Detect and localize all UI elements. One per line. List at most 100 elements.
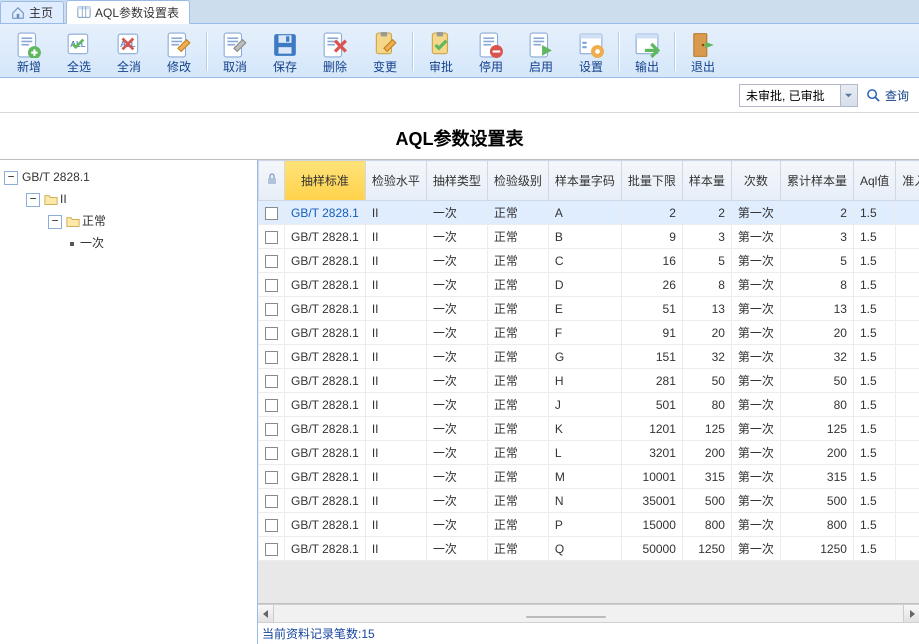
row-checkbox-cell[interactable] bbox=[259, 537, 285, 561]
grid-cell: 一次 bbox=[426, 369, 487, 393]
grid-cell: II bbox=[365, 417, 426, 441]
grid-status-bar: 当前资料记录笔数:15 bbox=[258, 622, 919, 644]
row-checkbox-cell[interactable] bbox=[259, 465, 285, 489]
grid-cell: D bbox=[548, 273, 621, 297]
tree-toggle[interactable]: − bbox=[26, 193, 40, 207]
grid-header-checkbox[interactable] bbox=[259, 161, 285, 201]
row-checkbox[interactable] bbox=[265, 351, 278, 364]
row-checkbox[interactable] bbox=[265, 543, 278, 556]
table-row[interactable]: GB/T 2828.1II一次正常K1201125第一次1251.556 bbox=[259, 417, 919, 441]
row-checkbox[interactable] bbox=[265, 471, 278, 484]
row-checkbox-cell[interactable] bbox=[259, 345, 285, 369]
row-checkbox[interactable] bbox=[265, 255, 278, 268]
row-checkbox[interactable] bbox=[265, 519, 278, 532]
table-row[interactable]: GB/T 2828.1II一次正常F9120第一次201.501 bbox=[259, 321, 919, 345]
table-row[interactable]: GB/T 2828.1II一次正常P15000800第一次8001.52122 bbox=[259, 513, 919, 537]
delete-button[interactable]: 删除 bbox=[311, 29, 359, 77]
tree-node[interactable]: −正常 bbox=[4, 210, 253, 232]
table-row[interactable]: GB/T 2828.1II一次正常B93第一次31.501 bbox=[259, 225, 919, 249]
grid-header-cell[interactable]: 抽样标准 bbox=[285, 161, 366, 201]
grid-cell: 1.5 bbox=[853, 225, 895, 249]
add-button[interactable]: 新增 bbox=[5, 29, 53, 77]
row-checkbox-cell[interactable] bbox=[259, 393, 285, 417]
tab-home[interactable]: 主页 bbox=[0, 1, 64, 23]
grid-header-cell[interactable]: 样本量字码 bbox=[548, 161, 621, 201]
enable-button[interactable]: 启用 bbox=[517, 29, 565, 77]
toolbar-label: 启用 bbox=[529, 58, 553, 75]
query-button[interactable]: 查询 bbox=[866, 87, 909, 104]
grid-horizontal-scrollbar[interactable] bbox=[258, 604, 919, 622]
table-row[interactable]: GB/T 2828.1II一次正常Q500001250第一次12501.5212… bbox=[259, 537, 919, 561]
row-checkbox[interactable] bbox=[265, 399, 278, 412]
exit-button[interactable]: 退出 bbox=[679, 29, 727, 77]
row-checkbox-cell[interactable] bbox=[259, 441, 285, 465]
grid-header-cell[interactable]: 检验级别 bbox=[487, 161, 548, 201]
grid-header-cell[interactable]: 抽样类型 bbox=[426, 161, 487, 201]
table-row[interactable]: GB/T 2828.1II一次正常C165第一次51.501 bbox=[259, 249, 919, 273]
edit-button[interactable]: 修改 bbox=[155, 29, 203, 77]
cancel-button[interactable]: 取消 bbox=[211, 29, 259, 77]
tree-node[interactable]: 一次 bbox=[4, 232, 253, 254]
grid-cell: 一次 bbox=[426, 393, 487, 417]
table-row[interactable]: GB/T 2828.1II一次正常D268第一次81.501 bbox=[259, 273, 919, 297]
row-checkbox[interactable] bbox=[265, 279, 278, 292]
grid-header-cell[interactable]: 准入标准 bbox=[896, 161, 919, 201]
grid-header-cell[interactable]: 累计样本量 bbox=[780, 161, 853, 201]
status-filter-input[interactable] bbox=[740, 85, 840, 105]
row-checkbox-cell[interactable] bbox=[259, 513, 285, 537]
row-checkbox-cell[interactable] bbox=[259, 225, 285, 249]
grid-cell: 80 bbox=[682, 393, 731, 417]
scroll-left-arrow[interactable] bbox=[258, 605, 274, 622]
row-checkbox-cell[interactable] bbox=[259, 273, 285, 297]
config-button[interactable]: 设置 bbox=[567, 29, 615, 77]
row-checkbox-cell[interactable] bbox=[259, 369, 285, 393]
table-row[interactable]: GB/T 2828.1II一次正常H28150第一次501.523 bbox=[259, 369, 919, 393]
tab-aql-params[interactable]: AQL参数设置表 bbox=[66, 0, 190, 24]
table-row[interactable]: GB/T 2828.1II一次正常N35001500第一次5001.51415 bbox=[259, 489, 919, 513]
toolbar-label: 全选 bbox=[67, 58, 91, 75]
export-button[interactable]: 输出 bbox=[623, 29, 671, 77]
grid-header-cell[interactable]: 检验水平 bbox=[365, 161, 426, 201]
grid-header-cell[interactable]: 批量下限 bbox=[621, 161, 682, 201]
table-row[interactable]: GB/T 2828.1II一次正常J50180第一次801.534 bbox=[259, 393, 919, 417]
grid-cell: 一次 bbox=[426, 297, 487, 321]
row-checkbox[interactable] bbox=[265, 423, 278, 436]
status-filter-trigger[interactable] bbox=[840, 85, 857, 106]
row-checkbox[interactable] bbox=[265, 303, 278, 316]
row-checkbox-cell[interactable] bbox=[259, 297, 285, 321]
row-checkbox[interactable] bbox=[265, 375, 278, 388]
table-row[interactable]: GB/T 2828.1II一次正常M10001315第一次3151.51011 bbox=[259, 465, 919, 489]
save-button[interactable]: 保存 bbox=[261, 29, 309, 77]
grid-cell: 9 bbox=[621, 225, 682, 249]
change-button[interactable]: 变更 bbox=[361, 29, 409, 77]
row-checkbox[interactable] bbox=[265, 231, 278, 244]
grid-cell: 15000 bbox=[621, 513, 682, 537]
grid-header-cell[interactable]: 样本量 bbox=[682, 161, 731, 201]
row-checkbox-cell[interactable] bbox=[259, 249, 285, 273]
tree-node[interactable]: −II bbox=[4, 188, 253, 210]
row-checkbox[interactable] bbox=[265, 207, 278, 220]
scroll-right-arrow[interactable] bbox=[903, 605, 919, 622]
row-checkbox[interactable] bbox=[265, 447, 278, 460]
approve-button[interactable]: 审批 bbox=[417, 29, 465, 77]
disable-button[interactable]: 停用 bbox=[467, 29, 515, 77]
row-checkbox-cell[interactable] bbox=[259, 489, 285, 513]
selnone-button[interactable]: ALL全消 bbox=[105, 29, 153, 77]
row-checkbox-cell[interactable] bbox=[259, 321, 285, 345]
tree-toggle[interactable]: − bbox=[4, 171, 18, 185]
table-row[interactable]: GB/T 2828.1II一次正常A22第一次21.501 bbox=[259, 201, 919, 225]
row-checkbox-cell[interactable] bbox=[259, 201, 285, 225]
table-row[interactable]: GB/T 2828.1II一次正常L3201200第一次2001.578 bbox=[259, 441, 919, 465]
table-row[interactable]: GB/T 2828.1II一次正常E5113第一次131.501 bbox=[259, 297, 919, 321]
row-checkbox[interactable] bbox=[265, 495, 278, 508]
status-filter-combo[interactable] bbox=[739, 84, 858, 107]
tree-node[interactable]: −GB/T 2828.1 bbox=[4, 166, 253, 188]
selall-button[interactable]: ALL全选 bbox=[55, 29, 103, 77]
scroll-thumb[interactable] bbox=[526, 616, 606, 618]
table-row[interactable]: GB/T 2828.1II一次正常G15132第一次321.512 bbox=[259, 345, 919, 369]
tree-toggle[interactable]: − bbox=[48, 215, 62, 229]
row-checkbox[interactable] bbox=[265, 327, 278, 340]
grid-header-cell[interactable]: 次数 bbox=[731, 161, 780, 201]
grid-header-cell[interactable]: Aql值 bbox=[853, 161, 895, 201]
row-checkbox-cell[interactable] bbox=[259, 417, 285, 441]
